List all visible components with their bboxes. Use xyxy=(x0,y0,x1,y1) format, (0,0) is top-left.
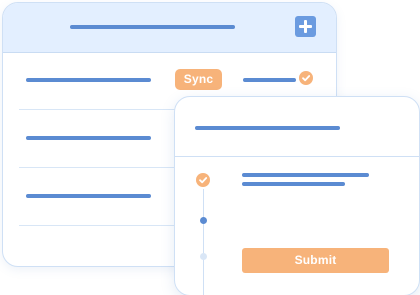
plus-icon[interactable] xyxy=(295,16,316,37)
front-card-title-placeholder xyxy=(195,126,340,130)
front-card: Submit xyxy=(174,96,420,295)
timeline-line xyxy=(203,189,204,295)
checkmark-icon xyxy=(196,173,210,187)
front-card-header xyxy=(175,97,419,157)
list-item-text-placeholder xyxy=(26,78,151,82)
timeline-step-pending xyxy=(200,253,207,260)
status-text-placeholder xyxy=(243,78,296,82)
timeline-step-active xyxy=(200,217,207,224)
detail-text-placeholder xyxy=(242,173,369,177)
submit-button[interactable]: Submit xyxy=(242,248,389,273)
list-item-text-placeholder xyxy=(26,136,151,140)
list-item-text-placeholder xyxy=(26,194,151,198)
back-card-header xyxy=(3,3,336,53)
detail-text-placeholder xyxy=(242,182,345,186)
checkmark-icon xyxy=(299,71,313,85)
back-card-title-placeholder xyxy=(70,25,235,29)
illustration: Sync Submit xyxy=(0,0,420,295)
sync-button[interactable]: Sync xyxy=(175,69,222,90)
